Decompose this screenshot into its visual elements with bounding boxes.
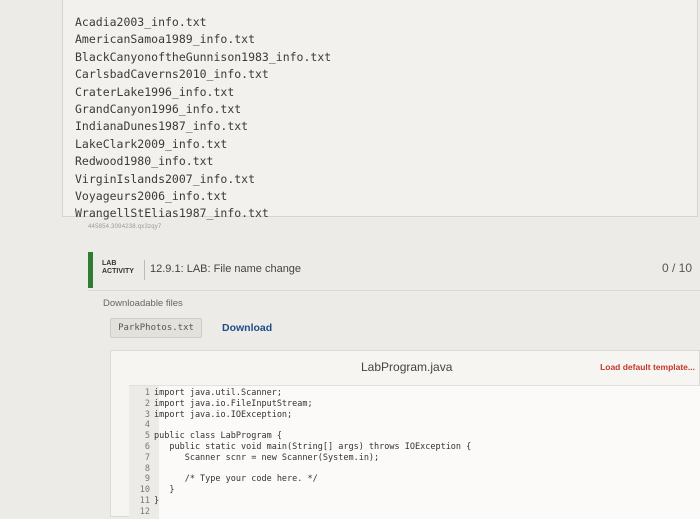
code-editor-panel: LabProgram.java Load default template...… — [110, 350, 700, 519]
line-number: 11 — [139, 496, 150, 506]
code-text: public static void main(String[] args) t… — [154, 442, 472, 452]
lab-title: 12.9.1: LAB: File name change — [150, 263, 302, 275]
file-list-item: Redwood1980_info.txt — [75, 154, 214, 169]
line-number: 10 — [139, 485, 150, 496]
file-list-item: LakeClark2009_info.txt — [75, 136, 228, 151]
code-line[interactable]: 11} — [129, 496, 159, 507]
lab-accent-bar — [88, 252, 93, 288]
file-list-item: BlackCanyonoftheGunnison1983_info.txt — [75, 49, 332, 64]
line-number: 4 — [144, 420, 150, 431]
file-list-panel: Acadia2003_info.txt AmericanSamoa1989_in… — [62, 0, 698, 220]
line-number: 7 — [144, 452, 150, 463]
file-list: Acadia2003_info.txt AmericanSamoa1989_in… — [75, 14, 331, 223]
file-list-item: CraterLake1996_info.txt — [75, 84, 235, 99]
code-text: public class LabProgram { — [154, 431, 282, 442]
code-text: } — [154, 485, 175, 496]
file-list-item: IndianaDunes1987_info.txt — [75, 119, 249, 134]
code-line[interactable]: 10 } — [129, 485, 175, 496]
line-number: 1 — [144, 388, 150, 398]
lab-tag-line1: LAB — [102, 260, 117, 267]
file-list-item: AmericanSamoa1989_info.txt — [75, 32, 256, 47]
line-number: 3 — [144, 409, 150, 420]
line-number: 6 — [144, 442, 150, 452]
download-link[interactable]: Download — [222, 322, 272, 334]
code-line[interactable]: 2 import java.io.FileInputStream; — [129, 399, 313, 410]
editor-filename: LabProgram.java — [361, 360, 453, 374]
lab-tag-line2: ACTIVITY — [102, 268, 134, 275]
line-number: 2 — [144, 398, 150, 409]
downloadable-files-label: Downloadable files — [103, 298, 183, 309]
line-number: 12 — [139, 506, 150, 517]
line-number: 8 — [144, 463, 150, 474]
lab-activity-tag: LAB ACTIVITY — [102, 260, 145, 280]
lab-activity-header: LAB ACTIVITY 12.9.1: LAB: File name chan… — [88, 250, 700, 291]
file-list-item: WrangellStElias1987_info.txt — [75, 206, 269, 221]
code-line[interactable]: 3 import java.io.IOException; — [129, 410, 292, 421]
activity-id: 445854.3094238.qx3zqy7 — [88, 224, 162, 230]
code-text: import java.util.Scanner; — [154, 388, 282, 398]
file-list-item: Voyageurs2006_info.txt — [75, 188, 228, 203]
code-line[interactable]: 1 import java.util.Scanner; — [129, 388, 282, 399]
code-line[interactable]: 12 — [129, 507, 154, 518]
file-list-item: Acadia2003_info.txt — [75, 15, 207, 29]
code-text: import java.io.IOException; — [154, 409, 293, 420]
code-line[interactable]: 5 public class LabProgram { — [129, 431, 282, 442]
file-list-item: VirginIslands2007_info.txt — [75, 171, 256, 186]
code-line[interactable]: 4 — [129, 420, 154, 431]
load-default-template-link[interactable]: Load default template... — [600, 362, 695, 372]
code-line[interactable]: 7 Scanner scnr = new Scanner(System.in); — [129, 453, 379, 464]
download-file-chip[interactable]: ParkPhotos.txt — [110, 318, 202, 338]
line-number: 9 — [144, 474, 150, 485]
code-text: /* Type your code here. */ — [154, 474, 318, 485]
code-text: import java.io.FileInputStream; — [154, 398, 313, 409]
code-text: } — [154, 496, 160, 506]
lab-score: 0 / 10 — [661, 261, 692, 275]
file-list-item: GrandCanyon1996_info.txt — [75, 101, 242, 116]
code-line[interactable]: 6 public static void main(String[] args)… — [129, 442, 471, 453]
file-list-item: CarlsbadCaverns2010_info.txt — [75, 67, 269, 82]
line-number: 5 — [144, 431, 150, 442]
code-line[interactable]: 8 — [129, 464, 154, 475]
code-editor[interactable]: 1 import java.util.Scanner; 2 import java.… — [129, 385, 700, 519]
code-text: Scanner scnr = new Scanner(System.in); — [154, 452, 380, 463]
code-line[interactable]: 9 /* Type your code here. */ — [129, 474, 318, 485]
